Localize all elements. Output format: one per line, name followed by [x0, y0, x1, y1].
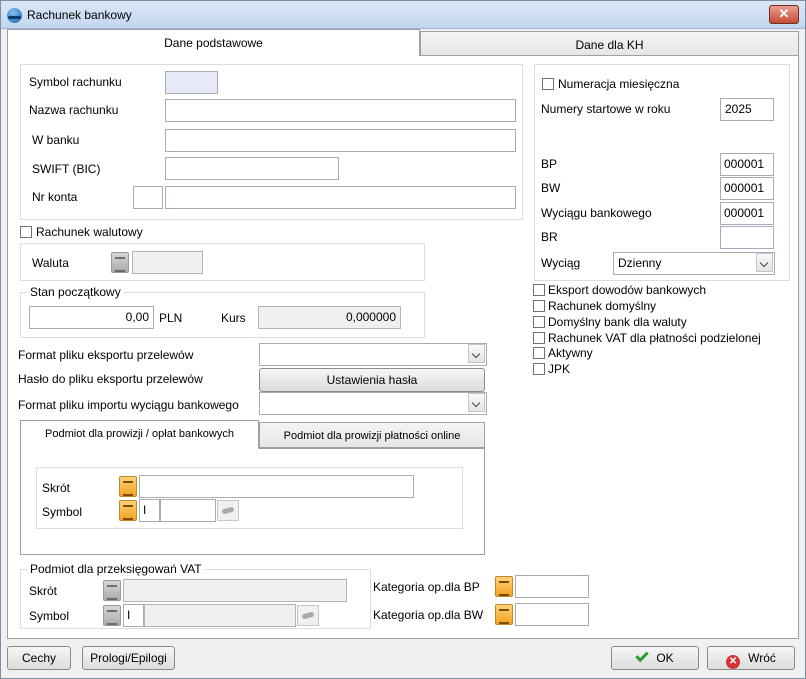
rachunek-vat-label: Rachunek VAT dla płatności podzielonej: [548, 331, 761, 345]
fee-symbol-picker-icon[interactable]: [119, 500, 137, 521]
fee-symbol-clear-icon[interactable]: [217, 500, 239, 521]
eksport-dowodow-label: Eksport dowodów bankowych: [548, 283, 707, 297]
wroc-button-label: Wróć: [748, 651, 776, 665]
stan-amount-input[interactable]: 0,00: [29, 306, 154, 329]
wyciag-period-chevron-down-icon[interactable]: [756, 253, 773, 272]
jpk-checkbox[interactable]: [533, 363, 545, 375]
fee-symbol-prefix[interactable]: I: [139, 499, 160, 522]
nr-konta-label: Nr konta: [32, 190, 78, 204]
wyciag-bankowego-input[interactable]: 000001: [720, 202, 774, 225]
vat-skrot-label: Skrót: [29, 584, 58, 598]
domyslny-bank-label: Domyślny bank dla waluty: [548, 315, 687, 329]
title-bar: Rachunek bankowy ✕: [1, 1, 805, 29]
subtab-prowizje-online[interactable]: Podmiot dla prowizji płatności online: [259, 422, 485, 448]
kat-bp-input[interactable]: [515, 575, 589, 598]
nazwa-rachunku-input[interactable]: [165, 99, 516, 122]
format-eksportu-label: Format pliku eksportu przelewów: [18, 348, 194, 362]
format-eksportu-select[interactable]: [259, 343, 487, 366]
tab-dane-dla-kh[interactable]: Dane dla KH: [420, 31, 799, 56]
subtab-prowizje-oplaty[interactable]: Podmiot dla prowizji / opłat bankowych: [20, 420, 259, 449]
kurs-input[interactable]: 0,000000: [258, 306, 401, 329]
vat-symbol-prefix[interactable]: I: [123, 604, 144, 627]
eksport-dowodow-checkbox[interactable]: [533, 284, 545, 296]
year-input[interactable]: 2025: [720, 98, 774, 121]
tab-dane-podstawowe[interactable]: Dane podstawowe: [7, 29, 420, 56]
fee-symbol-input[interactable]: [160, 499, 216, 522]
stan-currency-label: PLN: [159, 311, 183, 325]
kurs-label: Kurs: [221, 311, 246, 325]
fee-symbol-label: Symbol: [42, 505, 83, 519]
kat-bp-picker-icon[interactable]: [495, 576, 513, 597]
ustawienia-hasla-button[interactable]: Ustawienia hasła: [259, 368, 485, 392]
wyciag-period-select[interactable]: Dzienny: [613, 252, 775, 275]
app-logo-icon: [7, 8, 22, 23]
fee-skrot-label: Skrót: [42, 481, 71, 495]
rachunek-domyslny-checkbox[interactable]: [533, 300, 545, 312]
swift-label: SWIFT (BIC): [32, 162, 101, 176]
wyciag-period-label: Wyciąg: [541, 256, 581, 270]
vat-symbol-label: Symbol: [29, 609, 70, 623]
stan-poczatkowy-legend: Stan początkowy: [27, 285, 124, 299]
format-importu-chevron-down-icon[interactable]: [468, 393, 485, 412]
vat-symbol-input[interactable]: [144, 604, 296, 627]
ok-button-label: OK: [656, 651, 674, 665]
domyslny-bank-checkbox[interactable]: [533, 316, 545, 328]
waluta-picker-icon[interactable]: [111, 252, 129, 273]
vat-skrot-picker-icon[interactable]: [103, 580, 121, 601]
dialog-window: Rachunek bankowy ✕ Dane podstawowe Dane …: [0, 0, 806, 679]
rachunek-vat-checkbox[interactable]: [533, 332, 545, 344]
cancel-x-icon: ✕: [726, 655, 741, 669]
ok-check-icon: [635, 648, 650, 663]
format-importu-select[interactable]: [259, 392, 487, 415]
w-banku-input[interactable]: [165, 129, 516, 152]
format-eksportu-chevron-down-icon[interactable]: [468, 344, 485, 363]
kat-bw-picker-icon[interactable]: [495, 604, 513, 625]
rachunek-domyslny-label: Rachunek domyślny: [548, 299, 657, 313]
swift-input[interactable]: [165, 157, 339, 180]
nr-konta-input[interactable]: [165, 186, 516, 209]
wroc-button[interactable]: ✕ Wróć: [707, 646, 795, 670]
format-importu-label: Format pliku importu wyciągu bankowego: [18, 398, 239, 412]
nazwa-rachunku-label: Nazwa rachunku: [29, 103, 119, 117]
rachunek-walutowy-checkbox[interactable]: [20, 226, 32, 238]
kat-bp-label: Kategoria op.dla BP: [373, 580, 480, 594]
kat-bw-input[interactable]: [515, 603, 589, 626]
waluta-label: Waluta: [32, 256, 69, 270]
fee-skrot-input[interactable]: [139, 475, 414, 498]
br-input[interactable]: [720, 226, 774, 249]
symbol-rachunku-label: Symbol rachunku: [29, 75, 122, 89]
window-title: Rachunek bankowy: [27, 8, 132, 22]
close-button[interactable]: ✕: [769, 5, 799, 24]
vat-symbol-clear-icon[interactable]: [297, 605, 319, 626]
aktywny-checkbox[interactable]: [533, 347, 545, 359]
numeracja-miesieczna-label: Numeracja miesięczna: [558, 77, 680, 91]
wyciag-bankowego-label: Wyciągu bankowego: [541, 206, 652, 220]
vat-skrot-input[interactable]: [123, 579, 347, 602]
bw-input[interactable]: 000001: [720, 177, 774, 200]
ok-button[interactable]: OK: [611, 646, 699, 670]
bw-label: BW: [541, 181, 561, 195]
jpk-label: JPK: [548, 362, 571, 376]
main-panel: Symbol rachunku Nazwa rachunku W banku S…: [7, 55, 799, 639]
numeracja-miesieczna-checkbox[interactable]: [542, 78, 554, 90]
symbol-rachunku-input[interactable]: [165, 71, 218, 94]
aktywny-label: Aktywny: [548, 346, 593, 360]
w-banku-label: W banku: [32, 133, 80, 147]
cechy-button[interactable]: Cechy: [7, 646, 71, 670]
bp-input[interactable]: 000001: [720, 153, 774, 176]
prologi-epilogi-button[interactable]: Prologi/Epilogi: [82, 646, 175, 670]
vat-symbol-picker-icon[interactable]: [103, 605, 121, 626]
fee-skrot-picker-icon[interactable]: [119, 476, 137, 497]
haslo-label: Hasło do pliku eksportu przelewów: [18, 372, 203, 386]
nr-konta-prefix-input[interactable]: [133, 186, 163, 209]
kat-bw-label: Kategoria op.dla BW: [373, 608, 484, 622]
bp-label: BP: [541, 157, 558, 171]
br-label: BR: [541, 230, 558, 244]
waluta-input[interactable]: [132, 251, 203, 274]
waluta-group: [20, 243, 425, 281]
rachunek-walutowy-label: Rachunek walutowy: [36, 225, 143, 239]
vat-legend: Podmiot dla przeksięgowań VAT: [27, 562, 205, 576]
numery-startowe-label: Numery startowe w roku: [541, 102, 671, 116]
